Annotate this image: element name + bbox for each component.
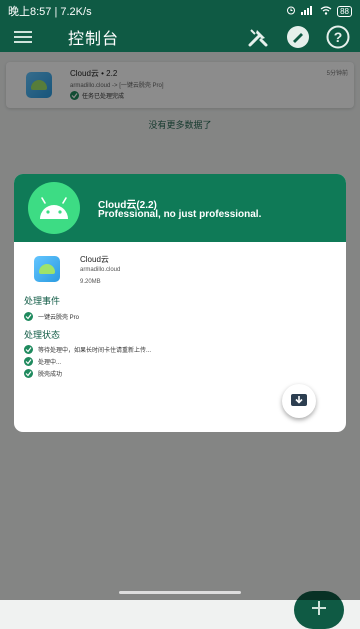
wifi-icon xyxy=(320,5,332,17)
plus-icon xyxy=(311,600,327,621)
battery-indicator: 88 xyxy=(337,5,352,17)
app-bar: 控制台 ? xyxy=(0,22,360,52)
status-label: 脱壳成功 xyxy=(38,372,63,378)
app-icon xyxy=(34,256,60,282)
task-detail-dialog: Cloud云(2.2) Professional, no just profes… xyxy=(14,174,346,432)
status-section-title: 处理状态 xyxy=(24,330,61,340)
svg-text:?: ? xyxy=(334,29,343,45)
home-indicator[interactable] xyxy=(119,591,241,594)
download-box-icon xyxy=(290,391,308,412)
event-label: 一键云脱壳 Pro xyxy=(38,315,80,321)
event-row: 一键云脱壳 Pro xyxy=(24,312,79,321)
check-icon xyxy=(24,312,33,321)
check-icon xyxy=(24,345,33,354)
signal-icon xyxy=(301,5,315,17)
status-time-speed: 晚上8:57 | 7.2K/s xyxy=(8,6,92,18)
tools-icon[interactable] xyxy=(246,25,270,49)
page-title: 控制台 xyxy=(68,31,120,48)
status-icons: 88 xyxy=(286,5,352,17)
dialog-header: Cloud云(2.2) Professional, no just profes… xyxy=(14,174,346,242)
status-label: 处理中... xyxy=(38,360,62,366)
status-row: 等待处理中，如果长时间卡住请重新上传... xyxy=(24,345,151,354)
download-button[interactable] xyxy=(282,384,316,418)
status-row: 处理中... xyxy=(24,357,61,366)
brush-icon[interactable] xyxy=(286,25,310,49)
dialog-package: armadillo.cloud xyxy=(80,267,121,273)
status-bar: 晚上8:57 | 7.2K/s 88 xyxy=(0,0,360,22)
status-row: 脱壳成功 xyxy=(24,369,62,378)
check-icon xyxy=(24,357,33,366)
alarm-icon xyxy=(286,5,296,17)
android-icon xyxy=(28,182,80,234)
events-section-title: 处理事件 xyxy=(24,296,61,306)
help-icon[interactable]: ? xyxy=(326,25,350,49)
status-label: 等待处理中，如果长时间卡住请重新上传... xyxy=(38,348,152,354)
dialog-app-name: Cloud云 xyxy=(80,255,109,264)
dialog-size: 9.20MB xyxy=(80,279,101,285)
menu-icon[interactable] xyxy=(6,22,40,52)
dialog-subtitle: Professional, no just professional. xyxy=(98,209,262,220)
check-icon xyxy=(24,369,33,378)
